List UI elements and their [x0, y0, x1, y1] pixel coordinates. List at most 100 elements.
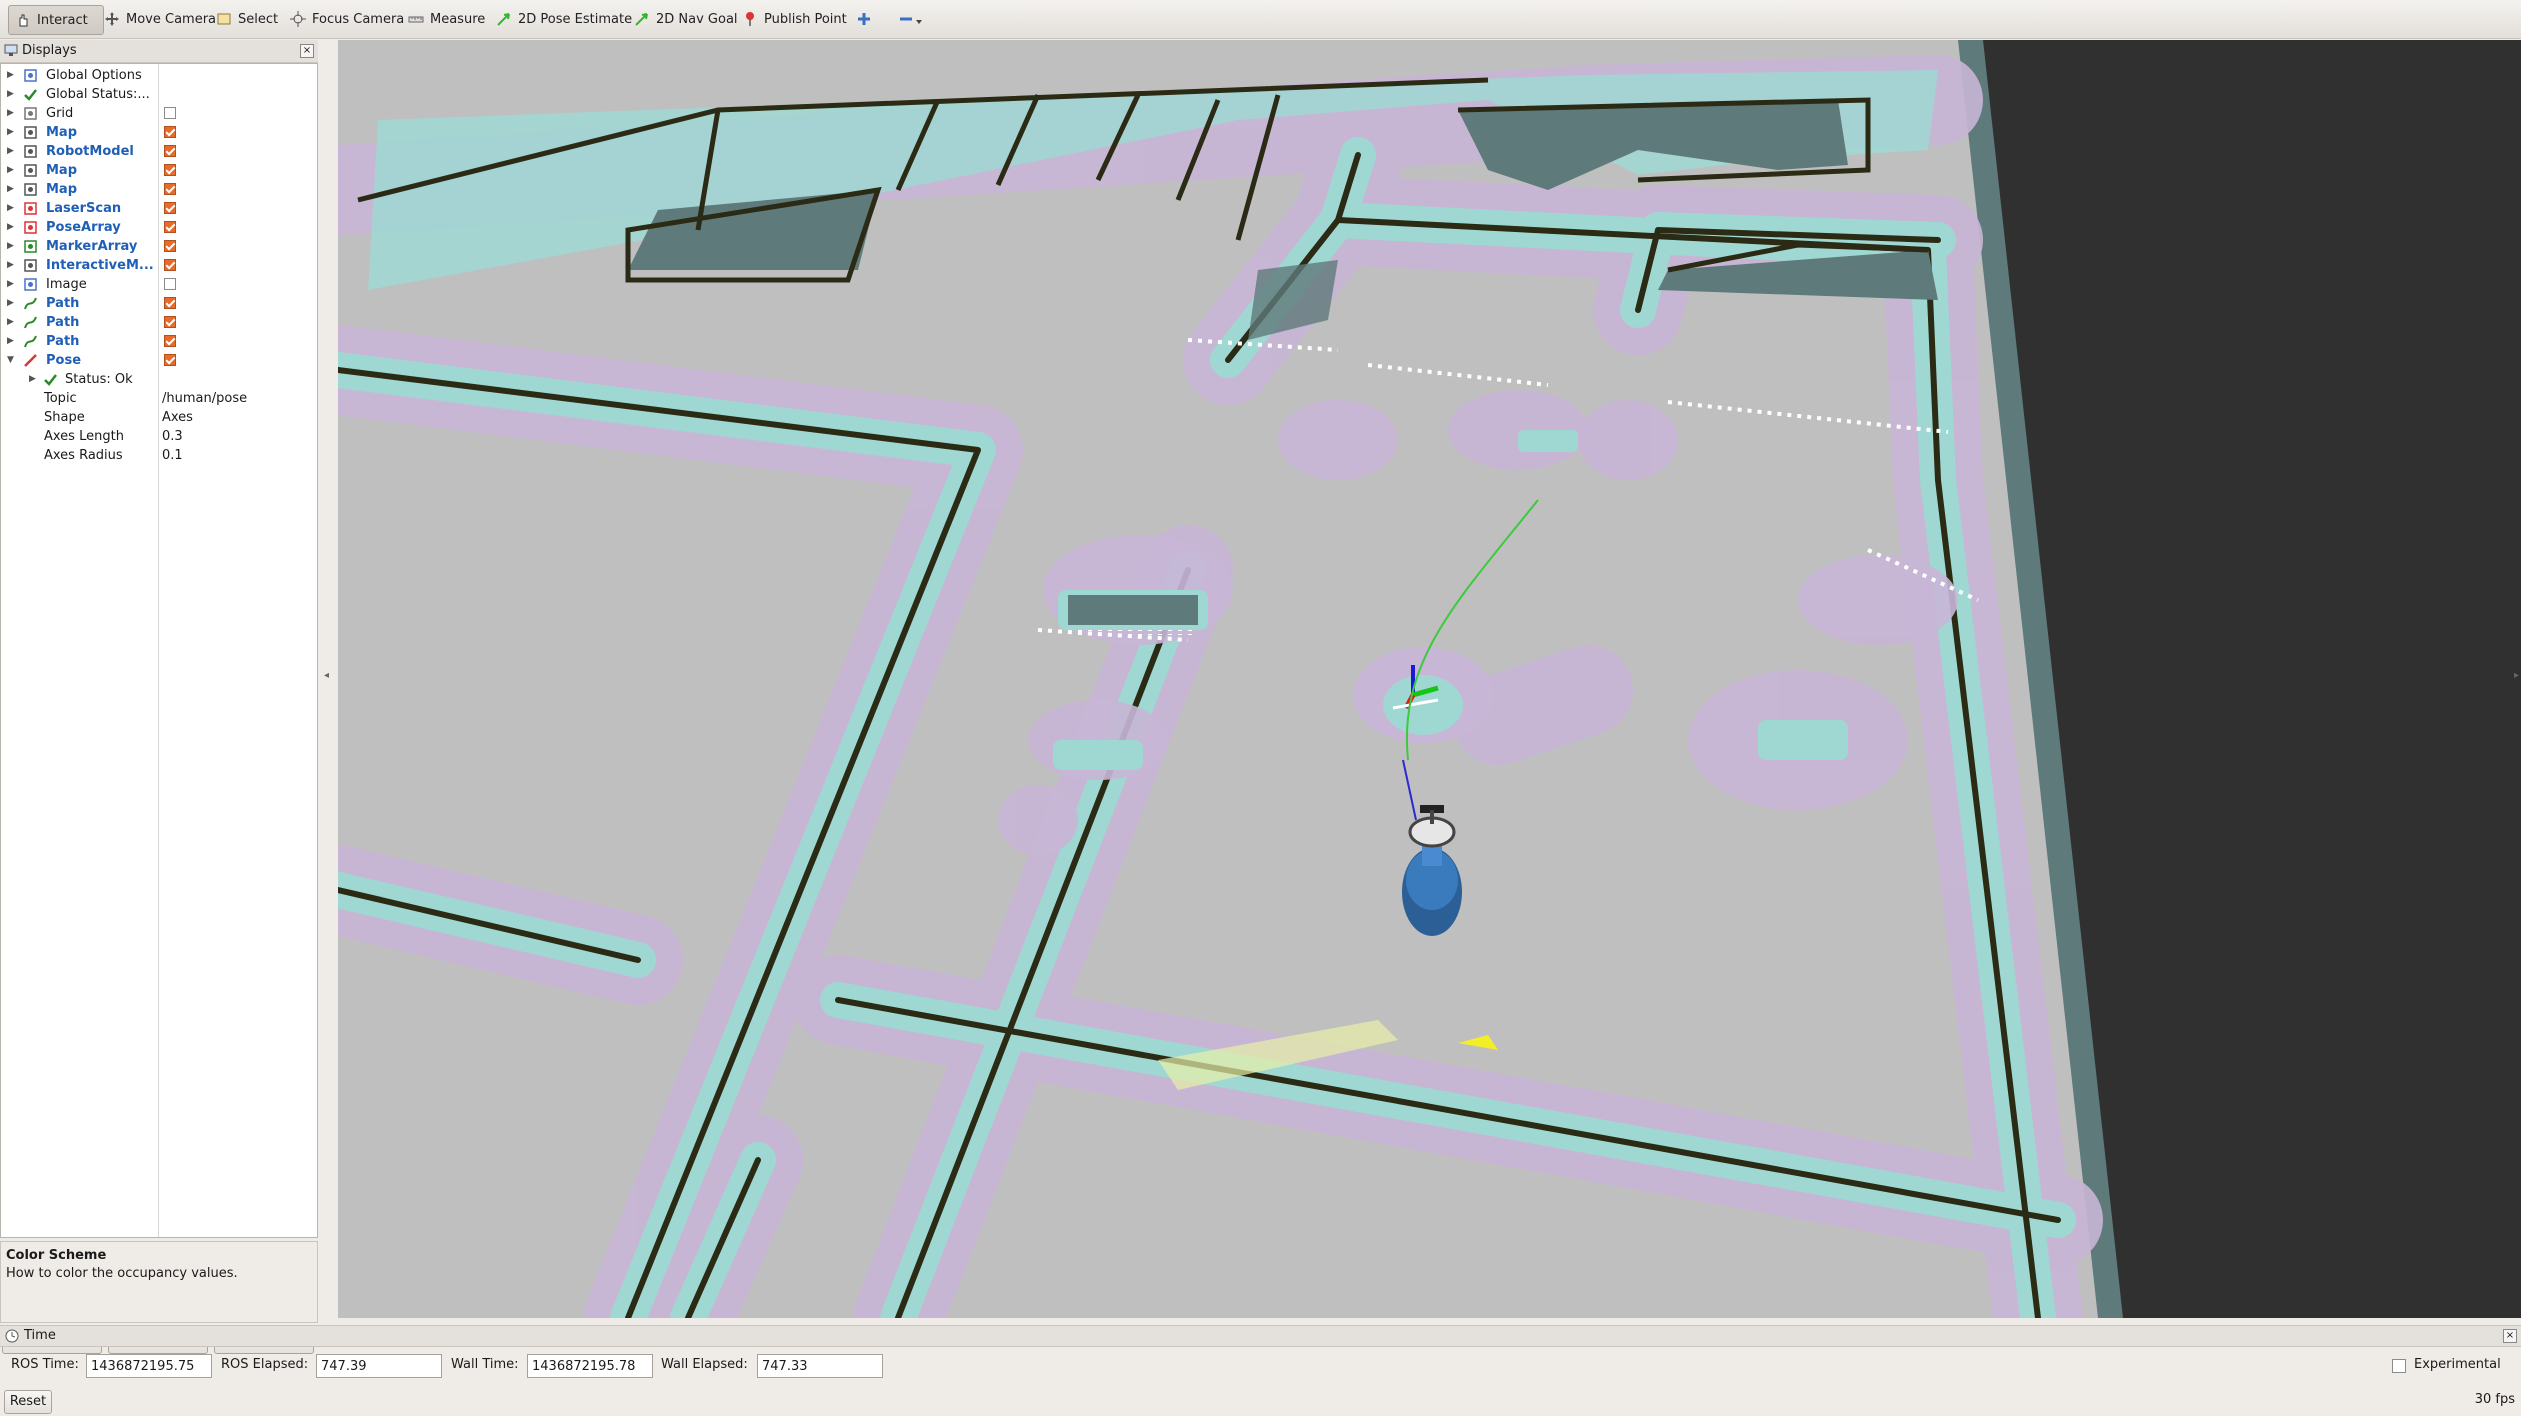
property-value[interactable]: 0.3 — [162, 427, 183, 446]
interact-tool-button[interactable]: Interact — [8, 5, 104, 35]
ros-elapsed-field[interactable]: 747.39 — [316, 1354, 442, 1378]
experimental-checkbox[interactable] — [2392, 1359, 2406, 1373]
display-item[interactable]: ▶ Grid — [1, 104, 317, 123]
ruler-icon — [408, 16, 424, 23]
display-item[interactable]: ▶ InteractiveM... — [1, 256, 317, 275]
pose-status-label: Status: Ok — [65, 372, 133, 387]
display-enabled-checkbox[interactable] — [164, 297, 176, 309]
expand-arrow-icon[interactable]: ▶ — [7, 104, 14, 123]
property-key: Axes Length — [44, 429, 124, 444]
display-item[interactable]: ▶ RobotModel — [1, 142, 317, 161]
publish-point-tool-button[interactable]: Publish Point — [736, 5, 853, 33]
display-item-label: Path — [46, 315, 80, 330]
map-icon — [24, 126, 37, 139]
ros-elapsed-label: ROS Elapsed: — [221, 1357, 309, 1372]
display-enabled-checkbox[interactable] — [164, 164, 176, 176]
expand-arrow-icon[interactable]: ▶ — [7, 332, 14, 351]
time-row: ROS Time: 1436872195.75 ROS Elapsed: 747… — [0, 1348, 2521, 1384]
close-time-panel-button[interactable]: × — [2503, 1329, 2517, 1343]
display-enabled-checkbox[interactable] — [164, 202, 176, 214]
property-value[interactable]: 0.1 — [162, 446, 183, 465]
display-item[interactable]: ▶ Map — [1, 123, 317, 142]
expand-arrow-icon[interactable]: ▼ — [7, 351, 14, 370]
display-item-label: Map — [46, 125, 78, 140]
select-tool-button[interactable]: Select — [210, 5, 284, 33]
expand-arrow-icon[interactable]: ▶ — [7, 142, 14, 161]
close-panel-button[interactable]: × — [300, 44, 314, 58]
display-item[interactable]: ▶ Global Status:... — [1, 85, 317, 104]
wall-time-field[interactable]: 1436872195.78 — [527, 1354, 653, 1378]
pose-estimate-tool-button[interactable]: 2D Pose Estimate — [490, 5, 638, 33]
wall-elapsed-field[interactable]: 747.33 — [757, 1354, 883, 1378]
expand-arrow-icon[interactable]: ▶ — [7, 237, 14, 256]
display-enabled-checkbox[interactable] — [164, 126, 176, 138]
property-value[interactable]: /human/pose — [162, 389, 247, 408]
property-value[interactable]: Axes — [162, 408, 193, 427]
display-enabled-checkbox[interactable] — [164, 335, 176, 347]
select-box-icon — [217, 13, 231, 25]
display-item[interactable]: ▶ Path — [1, 294, 317, 313]
expand-arrow-icon[interactable]: ▶ — [7, 256, 14, 275]
display-enabled-checkbox[interactable] — [164, 278, 176, 290]
focus-camera-tool-button[interactable]: Focus Camera — [284, 5, 410, 33]
expand-arrow-icon[interactable]: ▶ — [7, 199, 14, 218]
time-panel-header: Time × — [0, 1325, 2521, 1347]
path-icon — [24, 335, 37, 348]
expand-arrow-icon[interactable]: ▶ — [7, 313, 14, 332]
expand-arrow-icon[interactable]: ▶ — [7, 275, 14, 294]
property-row[interactable]: Shape Axes — [1, 408, 317, 427]
displays-title: Displays — [22, 43, 77, 58]
expand-arrow-icon[interactable]: ▶ — [7, 161, 14, 180]
nav-goal-tool-button[interactable]: 2D Nav Goal — [628, 5, 744, 33]
panel-splitter[interactable]: ◂ — [320, 40, 336, 1318]
property-row[interactable]: Axes Radius 0.1 — [1, 446, 317, 465]
path-icon — [24, 316, 37, 329]
display-item[interactable]: ▶ Map — [1, 180, 317, 199]
reset-button[interactable]: Reset — [4, 1390, 52, 1414]
3d-viewport[interactable]: ▸ — [338, 40, 2521, 1318]
property-row[interactable]: Axes Length 0.3 — [1, 427, 317, 446]
expand-arrow-icon[interactable]: ▶ — [7, 294, 14, 313]
expand-arrow-icon[interactable]: ▶ — [29, 370, 36, 389]
expand-arrow-icon[interactable]: ▶ — [7, 180, 14, 199]
pose-icon — [24, 354, 37, 367]
display-enabled-checkbox[interactable] — [164, 259, 176, 271]
move-camera-icon — [105, 12, 119, 26]
right-splitter-arrow[interactable]: ▸ — [2514, 670, 2519, 681]
display-item[interactable]: ▶ PoseArray — [1, 218, 317, 237]
pose-status-row[interactable]: ▶ Status: Ok — [1, 370, 317, 389]
expand-arrow-icon[interactable]: ▶ — [7, 66, 14, 85]
display-item[interactable]: ▶ MarkerArray — [1, 237, 317, 256]
display-enabled-checkbox[interactable] — [164, 183, 176, 195]
displays-panel: Displays × ▶ Global Options ▶ Global Status… — [0, 40, 318, 1354]
display-item[interactable]: ▶ Path — [1, 332, 317, 351]
property-key: Topic — [44, 391, 77, 406]
description-title: Color Scheme — [6, 1248, 107, 1263]
measure-tool-button[interactable]: Measure — [402, 5, 491, 33]
display-enabled-checkbox[interactable] — [164, 316, 176, 328]
wall-elapsed-label: Wall Elapsed: — [661, 1357, 748, 1372]
display-enabled-checkbox[interactable] — [164, 145, 176, 157]
ros-time-field[interactable]: 1436872195.75 — [86, 1354, 212, 1378]
display-enabled-checkbox[interactable] — [164, 107, 176, 119]
expand-arrow-icon[interactable]: ▶ — [7, 218, 14, 237]
display-item[interactable]: ▶ Image — [1, 275, 317, 294]
add-tool-button[interactable] — [850, 5, 878, 33]
property-row[interactable]: Topic/human/pose — [1, 389, 317, 408]
display-item[interactable]: ▶ Global Options — [1, 66, 317, 85]
remove-tool-dropdown[interactable] — [892, 5, 930, 33]
expand-arrow-icon[interactable]: ▶ — [7, 85, 14, 104]
display-enabled-checkbox[interactable] — [164, 354, 176, 366]
display-item[interactable]: ▶ Path — [1, 313, 317, 332]
pose-array-icon — [24, 221, 37, 234]
display-item[interactable]: ▼ Pose — [1, 351, 317, 370]
display-item[interactable]: ▶ LaserScan — [1, 199, 317, 218]
display-item-label: RobotModel — [46, 144, 134, 159]
display-enabled-checkbox[interactable] — [164, 240, 176, 252]
expand-arrow-icon[interactable]: ▶ — [7, 123, 14, 142]
display-enabled-checkbox[interactable] — [164, 221, 176, 233]
display-item-label: Map — [46, 163, 78, 178]
move-camera-tool-button[interactable]: Move Camera — [98, 5, 222, 33]
displays-tree: ▶ Global Options ▶ Global Status:... ▶ Grid ▶ M… — [0, 63, 318, 1238]
display-item[interactable]: ▶ Map — [1, 161, 317, 180]
